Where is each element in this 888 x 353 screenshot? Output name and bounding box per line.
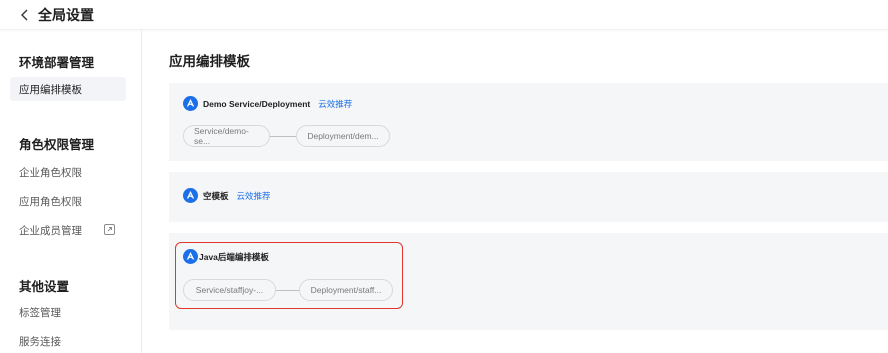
sidebar-item-label: 企业成员管理 (19, 224, 82, 237)
flow-node-service: Service/demo-se... (183, 125, 270, 147)
sidebar-item-label: 应用编排模板 (19, 83, 82, 96)
yunxiao-logo-icon (183, 96, 198, 111)
sidebar-item-label: 标签管理 (19, 306, 61, 319)
sidebar-item-label: 服务连接 (19, 335, 61, 348)
flow-node-deployment: Deployment/dem... (296, 125, 390, 147)
template-card-header: 空模板 云效推荐 (183, 188, 271, 203)
highlight-box (175, 242, 403, 309)
section-title: 应用编排模板 (169, 54, 250, 69)
sidebar-group-title-role: 角色权限管理 (19, 138, 95, 152)
sidebar-item-members[interactable]: 企业成员管理 (10, 218, 126, 242)
recommended-tag[interactable]: 云效推荐 (237, 190, 271, 202)
external-link-icon[interactable] (104, 224, 115, 235)
template-name: 空模板 (203, 190, 229, 201)
sidebar-item-app-template[interactable]: 应用编排模板 (10, 77, 126, 101)
template-card-header: Demo Service/Deployment 云效推荐 (183, 96, 352, 111)
template-name: Demo Service/Deployment (203, 98, 311, 109)
template-flow: Service/demo-se... Deployment/dem... (183, 125, 390, 147)
sidebar-group-title-env: 环境部署管理 (19, 56, 95, 70)
sidebar-item-app-role[interactable]: 应用角色权限 (10, 189, 126, 213)
template-card-demo[interactable]: Demo Service/Deployment 云效推荐 Service/dem… (169, 83, 888, 161)
yunxiao-logo-icon (183, 188, 198, 203)
sidebar-group-title-other: 其他设置 (19, 280, 70, 294)
settings-sidebar: 环境部署管理 应用编排模板 角色权限管理 企业角色权限 应用角色权限 企业成员管… (0, 30, 142, 353)
page-title: 全局设置 (38, 6, 94, 23)
sidebar-item-service-connection[interactable]: 服务连接 (10, 329, 126, 353)
template-card-empty[interactable]: 空模板 云效推荐 (169, 172, 888, 222)
sidebar-item-label: 应用角色权限 (19, 195, 82, 208)
chevron-left-icon[interactable] (16, 6, 34, 24)
flow-connector (270, 135, 296, 137)
sidebar-item-enterprise-role[interactable]: 企业角色权限 (10, 160, 126, 184)
sidebar-item-label: 企业角色权限 (19, 166, 82, 179)
recommended-tag[interactable]: 云效推荐 (318, 98, 352, 110)
top-bar: 全局设置 (0, 0, 888, 30)
sidebar-item-tags[interactable]: 标签管理 (10, 300, 126, 324)
